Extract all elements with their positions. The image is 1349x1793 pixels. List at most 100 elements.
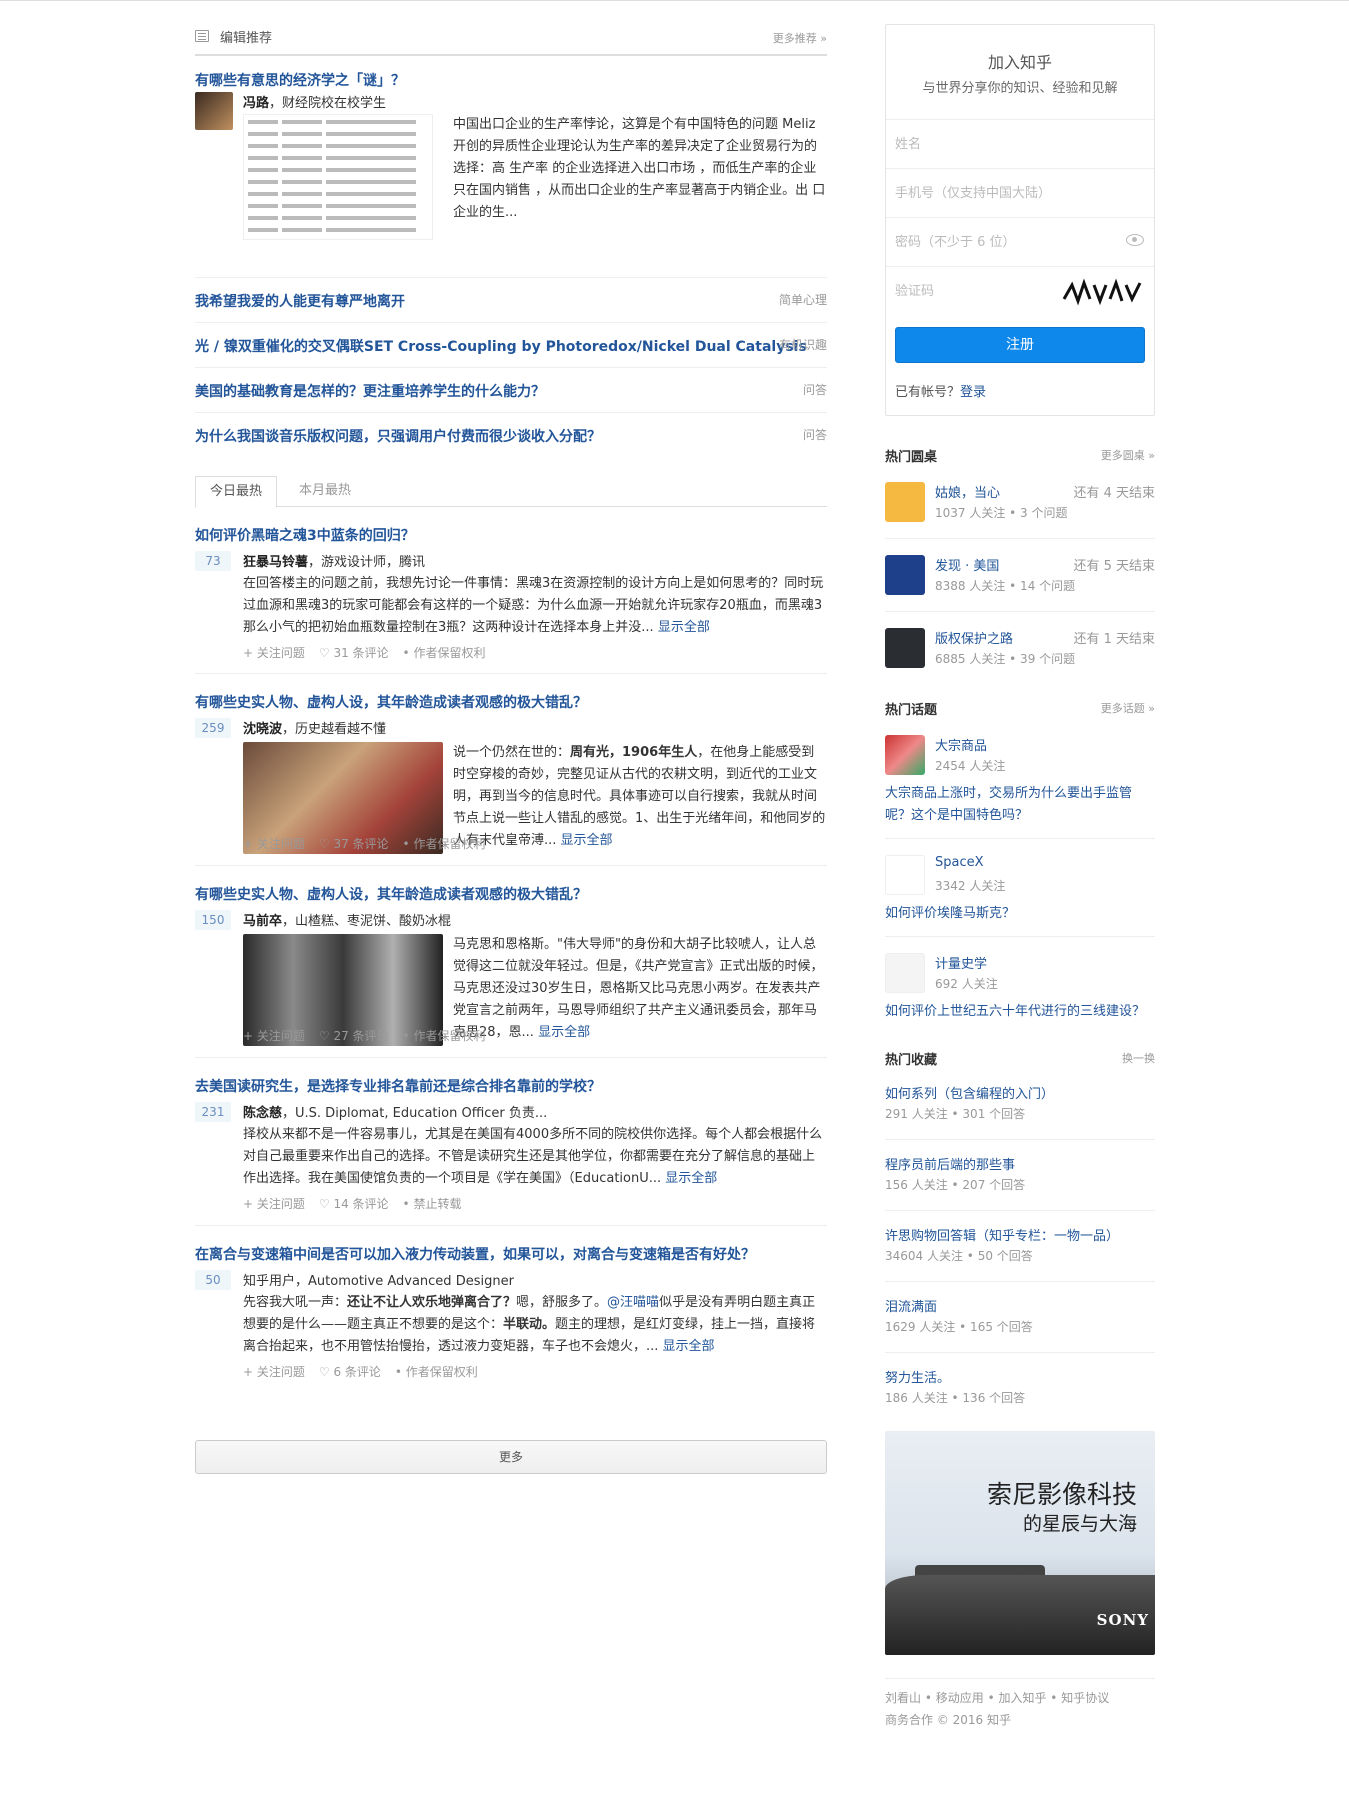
editor-row-tag[interactable]: 问答 (803, 381, 827, 398)
author-bio: ，Automotive Advanced Designer (295, 1274, 514, 1289)
author-name[interactable]: 沈晓波 (243, 722, 282, 737)
footer-link[interactable]: 刘看山 (885, 1691, 921, 1705)
roundtable-name[interactable]: 发现 · 美国 (935, 555, 999, 574)
topic-icon[interactable] (885, 735, 925, 775)
collection-name[interactable]: 如何系列（包含编程的入门） (885, 1083, 1054, 1102)
follow-question-button[interactable]: + 关注问题 (243, 1197, 305, 1211)
footer-link[interactable]: 知乎协议 (1061, 1691, 1109, 1705)
comments-link[interactable]: ♡ 6 条评论 (319, 1365, 381, 1379)
footer: 刘看山 • 移动应用 • 加入知乎 • 知乎协议 商务合作 © 2016 知乎 (885, 1678, 1155, 1731)
editor-row-tag[interactable]: 问答 (803, 426, 827, 443)
login-link[interactable]: 登录 (960, 385, 986, 400)
name-field[interactable] (886, 120, 1154, 168)
roundtable-name[interactable]: 姑娘，当心 (935, 482, 1000, 501)
tab-month-hot[interactable]: 本月最热 (285, 476, 365, 508)
feed-item: 去美国读研究生，是选择专业排名靠前还是综合排名靠前的学校？ 231 陈念慈，U.… (195, 1058, 827, 1226)
follow-question-button[interactable]: + 关注问题 (243, 1365, 305, 1379)
author-name[interactable]: 马前卒 (243, 914, 282, 929)
editor-row: 为什么我国谈音乐版权问题，只强调用户付费而很少谈收入分配？ 问答 (195, 413, 827, 458)
user-mention-link[interactable]: @汪喵喵 (607, 1295, 659, 1310)
feed-author: 狂暴马铃薯，游戏设计师，腾讯 (243, 551, 425, 570)
editor-row-tag[interactable]: 有机识趣 (779, 336, 827, 353)
feed-meta: + 关注问题 ♡ 31 条评论 • 作者保留权利 (243, 644, 499, 661)
tab-today-hot[interactable]: 今日最热 (195, 476, 278, 508)
feed-author: 沈晓波，历史越看越不懂 (243, 718, 386, 737)
answer-summary[interactable]: 马克思和恩格斯。"伟大导师"的身份和大胡子比较唬人，让人总觉得这二位就没年轻过。… (453, 934, 827, 1044)
more-picks-link[interactable]: 更多推荐 » (773, 30, 827, 46)
password-field[interactable] (886, 218, 1154, 266)
featured-thumbnail[interactable] (243, 114, 433, 240)
feed-question-link[interactable]: 如何评价黑暗之魂3中蓝条的回归？ (195, 525, 415, 545)
vote-count[interactable]: 259 (195, 718, 231, 738)
footer-link[interactable]: 移动应用 (936, 1691, 984, 1705)
follow-question-button[interactable]: + 关注问题 (243, 646, 305, 660)
footer-link[interactable]: 加入知乎 (998, 1691, 1046, 1705)
follow-question-button[interactable]: + 关注问题 (243, 837, 305, 851)
editor-row-link[interactable]: 美国的基础教育是怎样的？更注重培养学生的什么能力？ (195, 381, 545, 401)
comments-link[interactable]: ♡ 31 条评论 (319, 646, 389, 660)
more-roundtables-link[interactable]: 更多圆桌 » (1101, 447, 1155, 463)
feed-question-link[interactable]: 在离合与变速箱中间是否可以加入液力传动装置，如果可以，对离合与变速箱是否有好处？ (195, 1244, 755, 1264)
author-name[interactable]: 冯路 (243, 96, 269, 111)
more-topics-link[interactable]: 更多话题 » (1101, 700, 1155, 716)
show-password-icon[interactable] (1126, 234, 1144, 246)
topic-name[interactable]: 大宗商品 (935, 735, 987, 754)
answer-summary[interactable]: 先容我大吼一声：还让不让人欢乐地弹离合了？嗯，舒服多了。@汪喵喵似乎是没有弄明白… (243, 1292, 827, 1358)
load-more-button[interactable]: 更多 (195, 1440, 827, 1474)
topic-stat: 2454 人关注 (935, 759, 1006, 773)
comments-link[interactable]: ♡ 27 条评论 (319, 1029, 389, 1043)
show-all-link[interactable]: 显示全部 (561, 833, 613, 848)
roundtable-icon[interactable] (885, 628, 925, 668)
topic-icon[interactable] (885, 855, 925, 895)
topic-question-link[interactable]: 大宗商品上涨时，交易所为什么要出手监管呢？这个是中国特色吗？ (885, 783, 1155, 827)
author-name[interactable]: 狂暴马铃薯 (243, 555, 308, 570)
show-all-link[interactable]: 显示全部 (663, 1339, 715, 1354)
feed-question-link[interactable]: 有哪些史实人物、虚构人设，其年龄造成读者观感的极大错乱？ (195, 884, 587, 904)
featured-summary[interactable]: 中国出口企业的生产率悖论，这算是个有中国特色的问题 Meliz开创的异质性企业理… (453, 114, 827, 224)
feed-question-link[interactable]: 有哪些史实人物、虚构人设，其年龄造成读者观感的极大错乱？ (195, 692, 587, 712)
collection-name[interactable]: 程序员前后端的那些事 (885, 1154, 1015, 1173)
follow-question-button[interactable]: + 关注问题 (243, 1029, 305, 1043)
vote-count[interactable]: 150 (195, 910, 231, 930)
topic-icon[interactable] (885, 953, 925, 993)
editor-row: 光 / 镍双重催化的交叉偶联SET Cross-Coupling by Phot… (195, 323, 827, 368)
collection-stat: 186 人关注 • 136 个回答 (885, 1391, 1026, 1405)
topics-header: 热门话题 更多话题 » (885, 699, 1155, 719)
topic-name[interactable]: 计量史学 (935, 953, 987, 972)
answer-summary[interactable]: 在回答楼主的问题之前，我想先讨论一件事情：黑魂3在资源控制的设计方向上是如何思考… (243, 573, 827, 639)
topic-question-link[interactable]: 如何评价上世纪五六十年代进行的三线建设？ (885, 1001, 1155, 1023)
register-button[interactable]: 注册 (895, 327, 1145, 363)
author-name[interactable]: 陈念慈 (243, 1106, 282, 1121)
editor-row-link[interactable]: 我希望我爱的人能更有尊严地离开 (195, 291, 405, 311)
comments-link[interactable]: ♡ 14 条评论 (319, 1197, 389, 1211)
topic-name[interactable]: SpaceX (935, 855, 984, 870)
show-all-link[interactable]: 显示全部 (538, 1025, 590, 1040)
topic-question-link[interactable]: 如何评价埃隆马斯克？ (885, 903, 1155, 925)
roundtable-name[interactable]: 版权保护之路 (935, 628, 1013, 647)
roundtable-icon[interactable] (885, 555, 925, 595)
vote-count[interactable]: 231 (195, 1102, 231, 1122)
avatar[interactable] (195, 92, 233, 130)
collection-name[interactable]: 泪流满面 (885, 1296, 937, 1315)
collection-name[interactable]: 许思购物回答辑（知乎专栏：一物一品） (885, 1225, 1119, 1244)
editor-row-link[interactable]: 为什么我国谈音乐版权问题，只强调用户付费而很少谈收入分配？ (195, 426, 601, 446)
editor-row-link[interactable]: 光 / 镍双重催化的交叉偶联SET Cross-Coupling by Phot… (195, 336, 807, 356)
phone-field[interactable] (886, 169, 1154, 217)
roundtable-icon[interactable] (885, 482, 925, 522)
show-all-link[interactable]: 显示全部 (665, 1171, 717, 1186)
answer-summary[interactable]: 择校从来都不是一件容易事儿，尤其是在美国有4000多所不同的院校供你选择。每个人… (243, 1124, 827, 1190)
show-all-link[interactable]: 显示全部 (658, 620, 710, 635)
roundtable-remaining: 还有 4 天结束 (1073, 486, 1155, 501)
collection-name[interactable]: 努力生活。 (885, 1367, 950, 1386)
refresh-collections-link[interactable]: 换一换 (1122, 1050, 1155, 1066)
vote-count[interactable]: 73 (195, 551, 231, 571)
answer-summary[interactable]: 说一个仍然在世的：周有光，1906年生人，在他身上能感受到时空穿梭的奇妙，完整见… (453, 742, 827, 852)
sony-advertisement[interactable]: 索尼影像科技 的星辰与大海 SONY (885, 1431, 1155, 1655)
captcha-image[interactable] (1060, 277, 1144, 307)
comments-link[interactable]: ♡ 37 条评论 (319, 837, 389, 851)
featured-question-link[interactable]: 有哪些有意思的经济学之「谜」？ (195, 70, 405, 90)
vote-count[interactable]: 50 (195, 1270, 231, 1290)
roundtable-stat: 8388 人关注 • 14 个问题 (935, 579, 1076, 593)
editor-row-tag[interactable]: 简单心理 (779, 291, 827, 308)
feed-question-link[interactable]: 去美国读研究生，是选择专业排名靠前还是综合排名靠前的学校？ (195, 1076, 601, 1096)
